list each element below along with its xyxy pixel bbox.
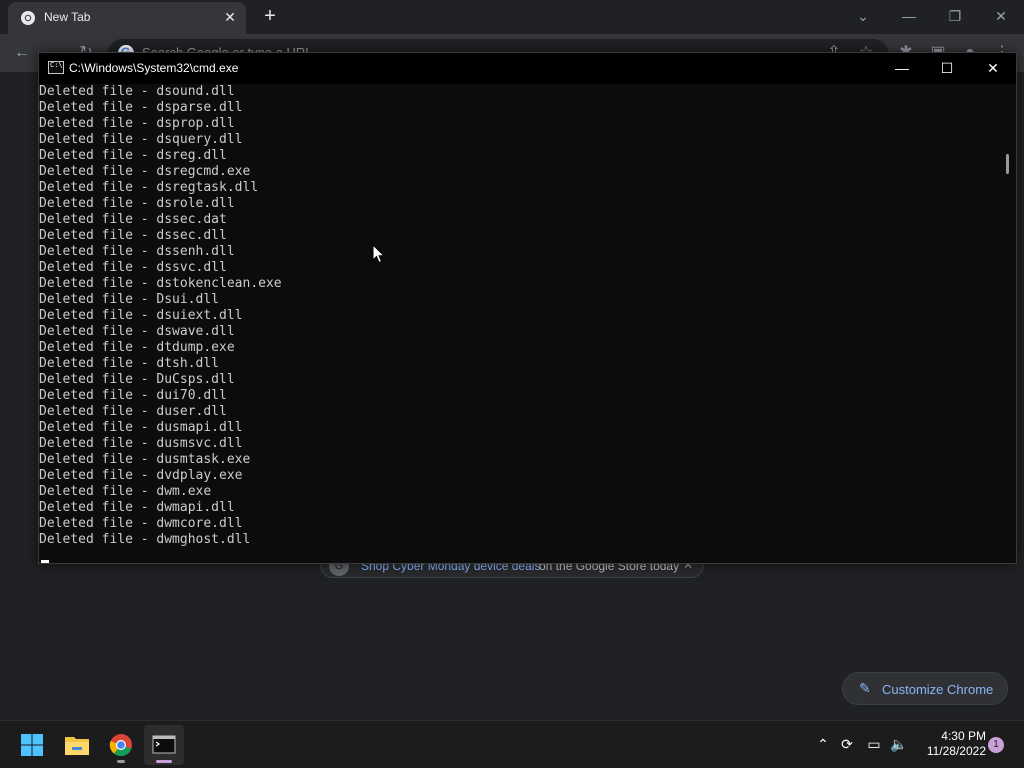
running-indicator [117,760,125,763]
back-arrow-icon[interactable]: ← [10,41,34,65]
cmd-output-line: Deleted file - dsrole.dll [39,196,235,211]
cmd-output-line: Deleted file - dssenh.dll [39,244,235,259]
cmd-window[interactable]: C:\Windows\System32\cmd.exe — ☐ ✕ Delete… [38,52,1017,564]
cmd-output-line: Deleted file - dsreg.dll [39,148,227,163]
file-explorer-taskbar-button[interactable] [57,725,97,765]
chrome-close-button[interactable]: ✕ [978,0,1024,32]
new-tab-button[interactable]: + [258,5,282,29]
cmd-output-line: Deleted file - dssec.dll [39,228,227,243]
cmd-output-line: Deleted file - dvdplay.exe [39,468,243,483]
cmd-output-line: Deleted file - dtsh.dll [39,356,220,371]
cmd-output-line: Deleted file - dsregcmd.exe [39,164,251,179]
cmd-output-line: Deleted file - dusmapi.dll [39,420,243,435]
cmd-app-icon [48,61,64,74]
chrome-taskbar-button[interactable] [101,725,141,765]
cmd-titlebar[interactable]: C:\Windows\System32\cmd.exe — ☐ ✕ [39,53,1016,84]
cmd-scrollbar-thumb[interactable] [1006,154,1009,174]
pencil-icon: ✎ [859,680,871,696]
cmd-lines: Deleted file - dsound.dll Deleted file - … [39,84,282,548]
cmd-output-line: Deleted file - dui70.dll [39,388,227,403]
cmd-output-line: Deleted file - dssec.dat [39,212,227,227]
chrome-restore-button[interactable]: ❐ [932,0,978,32]
chrome-logo-icon [109,734,132,757]
cmd-output-line: Deleted file - dsuiext.dll [39,308,243,323]
customize-chrome-button[interactable]: ✎ Customize Chrome [842,672,1008,705]
chrome-favicon-icon [21,11,35,25]
folder-icon [65,737,89,755]
cmd-output-line: Deleted file - Dsui.dll [39,292,220,307]
cmd-output-line: Deleted file - dwmghost.dll [39,532,251,547]
cmd-output-line: Deleted file - dsregtask.dll [39,180,259,195]
cmd-output-line: Deleted file - dwmcore.dll [39,516,243,531]
tab-search-icon[interactable]: ⌄ [840,0,886,32]
cmd-title: C:\Windows\System32\cmd.exe [69,61,239,75]
clock-time: 4:30 PM [941,729,986,743]
clock[interactable]: 4:30 PM 11/28/2022 [916,729,986,759]
cmd-output-line: Deleted file - dwmapi.dll [39,500,235,515]
cmd-output-line: Deleted file - dstokenclean.exe [39,276,282,291]
clock-date: 11/28/2022 [926,744,986,758]
cmd-taskbar-button[interactable] [144,725,184,765]
cmd-output-line: Deleted file - dswave.dll [39,324,235,339]
cmd-output-line: Deleted file - dusmtask.exe [39,452,251,467]
cmd-output-line: Deleted file - dusmsvc.dll [39,436,243,451]
cmd-output-line: Deleted file - dwm.exe [39,484,212,499]
tab-close-icon[interactable]: ✕ [222,9,238,25]
tab-new-tab[interactable]: New Tab ✕ [8,2,246,34]
cmd-output-line: Deleted file - dsound.dll [39,84,235,99]
cmd-output-line: Deleted file - DuCsps.dll [39,372,235,387]
cmd-close-button[interactable]: ✕ [970,53,1016,84]
cmd-output-line: Deleted file - dtdump.exe [39,340,235,355]
sync-icon[interactable]: ⟳ [838,735,856,753]
mouse-pointer-icon [372,244,386,264]
cmd-output-line: Deleted file - dsparse.dll [39,100,243,115]
cmd-maximize-button[interactable]: ☐ [924,53,970,84]
notification-badge[interactable]: 1 [988,737,1004,753]
cmd-scrollbar[interactable] [999,84,1016,563]
chrome-minimize-button[interactable]: — [886,0,932,32]
cmd-text-cursor [41,560,49,563]
chevron-up-icon[interactable]: ⌃ [814,735,832,753]
start-button[interactable] [12,725,52,765]
terminal-icon [152,735,176,754]
volume-icon[interactable]: 🔈 [890,735,908,753]
tab-title: New Tab [44,10,91,24]
chrome-tabstrip: New Tab ✕ + ⌄ — ❐ ✕ [0,0,1024,34]
customize-chrome-label: Customize Chrome [882,682,994,697]
cmd-output-line: Deleted file - dsprop.dll [39,116,235,131]
cmd-output-line: Deleted file - dsquery.dll [39,132,243,147]
active-indicator [156,760,172,763]
windows-logo-icon [21,734,43,756]
cmd-output-line: Deleted file - dssvc.dll [39,260,227,275]
network-icon[interactable]: ▭ [865,735,883,753]
cmd-minimize-button[interactable]: — [879,53,925,84]
taskbar: ⌃ ⟳ ▭ 🔈 4:30 PM 11/28/2022 1 [0,720,1024,768]
cmd-output-line: Deleted file - duser.dll [39,404,227,419]
cmd-console-output[interactable]: Deleted file - dsound.dll Deleted file - … [39,84,999,563]
